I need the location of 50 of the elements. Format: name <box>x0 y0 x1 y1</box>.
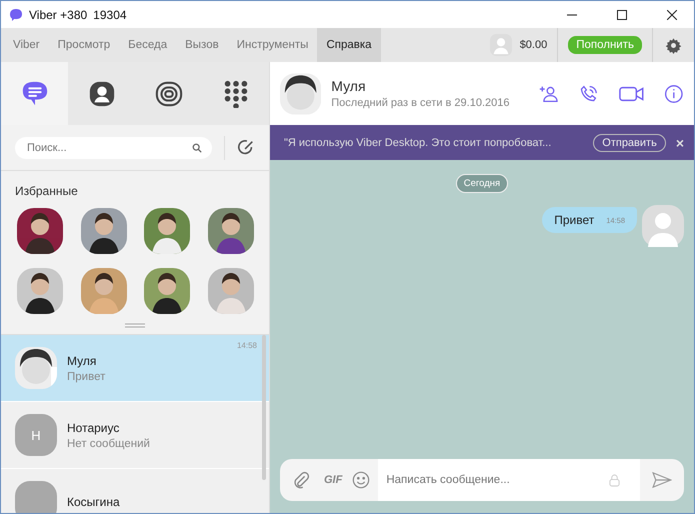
date-label: Сегодня <box>456 174 508 193</box>
menu-item[interactable]: Справка <box>317 28 381 62</box>
message-text: Привет <box>554 213 594 227</box>
menu-item[interactable]: Просмотр <box>48 28 120 62</box>
send-invite-button[interactable]: Отправить <box>593 134 666 152</box>
contact-name: Нотариус <box>67 420 120 434</box>
chat-item[interactable]: Муля Привет 14:58 <box>1 335 269 402</box>
user-avatar-icon <box>642 205 684 247</box>
contact-name: Косыгина <box>67 495 120 509</box>
top-up-button[interactable]: Пополнить <box>568 36 642 54</box>
drag-handle-icon[interactable] <box>125 322 145 328</box>
contact-avatar: Н <box>15 414 57 456</box>
search-input[interactable]: Поиск... <box>25 140 192 154</box>
favorites-title: Избранные <box>14 183 79 200</box>
nav-tab[interactable] <box>1 62 68 125</box>
banner-text: "Я использую Viber Desktop. Это стоит попробоват... <box>284 136 552 148</box>
phone-icon[interactable] <box>579 84 599 104</box>
settings-icon[interactable] <box>665 36 682 54</box>
contact-avatar <box>15 481 57 513</box>
viber-logo-icon <box>9 8 23 22</box>
gif-button[interactable]: GIF <box>324 474 342 486</box>
message-preview: Нет сообщений <box>67 438 150 450</box>
search-icon <box>192 142 202 152</box>
maximize-icon[interactable] <box>617 10 627 20</box>
message-preview: Привет <box>67 370 106 382</box>
window-title: Viber +380 <box>29 8 88 22</box>
rings-icon <box>154 80 182 108</box>
menu-item[interactable]: Инструменты <box>228 28 318 62</box>
paperclip-icon[interactable] <box>292 471 310 489</box>
info-icon[interactable] <box>664 84 684 104</box>
compose-icon[interactable] <box>237 138 255 156</box>
add-contact-icon[interactable] <box>539 84 560 104</box>
message-time: 14:58 <box>236 341 257 350</box>
send-icon[interactable] <box>652 472 672 488</box>
message-input-field[interactable]: Написать сообщение... <box>378 459 640 501</box>
message-input[interactable]: Написать сообщение... <box>384 473 609 487</box>
smiley-icon[interactable] <box>352 471 370 489</box>
search-field[interactable]: Поиск... <box>15 136 212 158</box>
window-title: 19304 <box>93 8 127 22</box>
menu-item[interactable]: Viber <box>1 28 49 62</box>
contact-icon <box>88 80 116 108</box>
close-banner-button[interactable]: × <box>674 134 686 150</box>
last-seen-status: Последний раз в сети в 29.10.2016 <box>331 97 510 109</box>
contact-name: Муля <box>331 78 367 94</box>
chat-bubble-icon <box>20 80 48 108</box>
menu-item[interactable]: Беседа <box>119 28 176 62</box>
menu-item[interactable]: Вызов <box>176 28 228 62</box>
close-icon[interactable] <box>667 10 677 20</box>
balance: $0.00 <box>520 39 548 51</box>
contact-name: Муля <box>67 354 98 368</box>
